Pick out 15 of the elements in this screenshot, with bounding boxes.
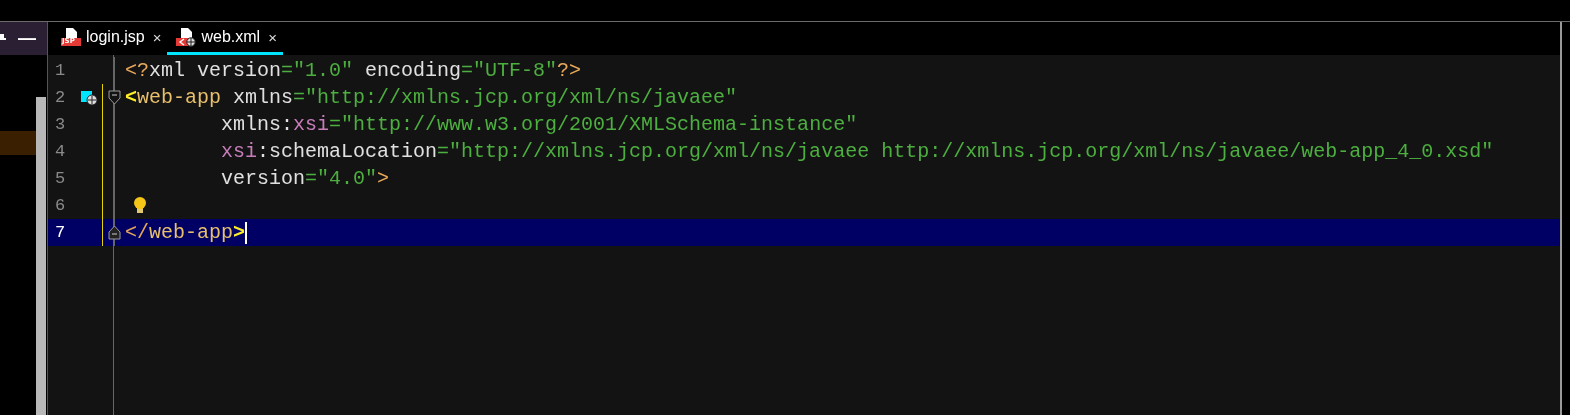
line-number: 6 <box>54 196 67 215</box>
line-number: 3 <box>54 115 67 134</box>
code-text: <?xml version="1.0" encoding="UTF-8"?> <box>125 59 582 82</box>
code-text: xmlns:xsi="http://www.w3.org/2001/XMLSchema-instance" <box>220 113 858 136</box>
line-number: 7 <box>54 223 67 242</box>
code-text: version="4.0"> <box>220 167 390 190</box>
code-text: xsi:schemaLocation="http://xmlns.jcp.org/xml/ns/javaee http://xmlns.jcp.org/xml/ns/javaee/web-app_4_0.xsd" <box>220 140 1494 163</box>
line-number: 2 <box>54 88 67 107</box>
line-number: 4 <box>54 142 67 161</box>
close-tab-button[interactable]: × <box>152 28 162 46</box>
code-text: <web-app xmlns="http://xmlns.jcp.org/xml/ns/javaee" <box>125 86 738 109</box>
line-number: 1 <box>54 61 67 80</box>
code-text: </web-app> <box>125 221 246 244</box>
close-tab-button[interactable]: × <box>268 28 277 46</box>
line-number: 5 <box>54 169 67 188</box>
